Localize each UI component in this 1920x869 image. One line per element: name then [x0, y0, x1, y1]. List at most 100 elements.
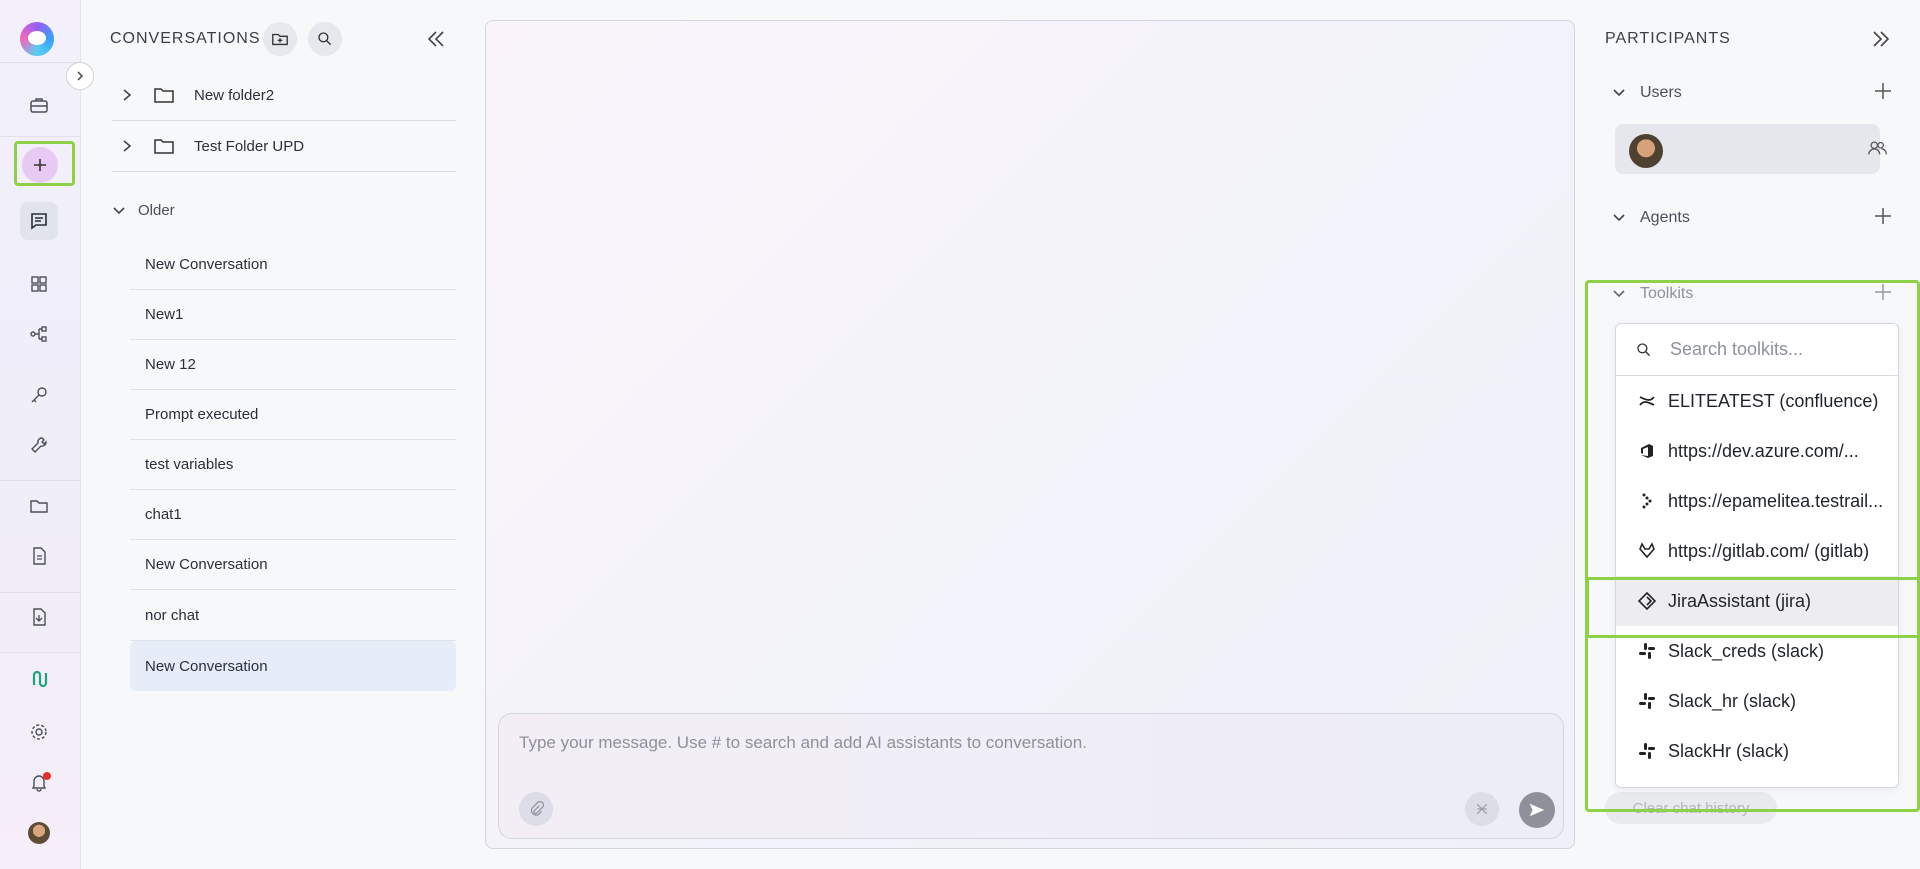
integrations-nav-button[interactable] — [20, 660, 58, 698]
toolkit-icon — [1476, 803, 1488, 815]
notifications-button[interactable] — [20, 763, 58, 801]
document-icon — [33, 547, 46, 565]
toolkits-nav-button[interactable] — [20, 426, 58, 464]
toolkit-option[interactable]: https://gitlab.com/ (gitlab) — [1616, 526, 1898, 576]
collapse-participants-button[interactable] — [1870, 28, 1892, 55]
users-section-header[interactable]: Users — [1612, 82, 1892, 105]
chat-icon — [31, 213, 47, 230]
toolkit-label: https://dev.azure.com/... — [1668, 440, 1859, 461]
toolkit-label: ELITEATEST (confluence) — [1668, 390, 1879, 411]
conversations-panel: CONVERSATIONS New folder2 Test Folder UP… — [82, 0, 472, 869]
chevron-down-icon — [113, 206, 125, 214]
slack-icon — [1639, 743, 1655, 759]
confluence-icon — [1639, 396, 1655, 406]
send-icon — [1529, 803, 1545, 817]
briefcase-button[interactable] — [20, 86, 58, 124]
collapse-conversations-button[interactable] — [425, 28, 447, 55]
flow-icon — [30, 326, 47, 342]
folder-row[interactable]: New folder2 — [112, 70, 456, 121]
double-chevron-left-icon — [427, 31, 444, 47]
chevron-down-icon — [1613, 214, 1625, 222]
pipeline-nav-button[interactable] — [20, 315, 58, 353]
conversation-item[interactable]: New Conversation — [130, 240, 456, 290]
toolkit-option[interactable]: https://epamelitea.testrail... — [1616, 476, 1898, 526]
chevron-right-icon — [123, 89, 132, 101]
new-conversation-button[interactable] — [22, 147, 58, 183]
key-icon — [31, 387, 47, 403]
search-conversations-button[interactable] — [308, 22, 342, 56]
credentials-nav-button[interactable] — [20, 376, 58, 414]
grid-icon — [31, 276, 47, 292]
toolkit-search-input[interactable] — [1670, 339, 1880, 360]
wrench-icon — [31, 437, 47, 453]
app-logo[interactable] — [20, 22, 54, 56]
chevron-right-icon — [123, 140, 132, 152]
toolkit-option[interactable]: SlackHr (slack) — [1616, 726, 1898, 776]
highlight-frame — [1586, 577, 1920, 638]
conversation-item[interactable]: Prompt executed — [130, 390, 456, 440]
toolkit-label: https://epamelitea.testrail... — [1668, 490, 1884, 511]
paperclip-icon — [530, 801, 544, 816]
user-participant-card[interactable] — [1615, 124, 1887, 174]
folder-label: Test Folder UPD — [194, 137, 305, 155]
slack-icon — [1639, 693, 1655, 709]
users-group-icon[interactable] — [1867, 139, 1887, 157]
agents-label: Agents — [1640, 209, 1690, 226]
conversation-item[interactable]: nor chat — [130, 591, 456, 641]
conversation-item[interactable]: New Conversation — [130, 540, 456, 590]
settings-nav-button[interactable] — [20, 713, 58, 751]
plus-icon — [34, 159, 46, 171]
azure-devops-icon — [1641, 444, 1653, 458]
toolkit-label: https://gitlab.com/ (gitlab) — [1668, 540, 1870, 561]
import-nav-button[interactable] — [20, 598, 58, 636]
conversation-item[interactable]: test variables — [130, 440, 456, 490]
toolkit-dropdown: ELITEATEST (confluence) https://dev.azur… — [1615, 323, 1899, 788]
conversation-item-active[interactable]: New Conversation — [130, 641, 456, 691]
folder-icon — [30, 500, 48, 513]
toolkit-option[interactable]: ELITEATEST (confluence) — [1616, 376, 1898, 426]
folder-row[interactable]: Test Folder UPD — [112, 121, 456, 172]
folder-label: New folder2 — [194, 86, 275, 104]
testrail-icon — [1642, 493, 1652, 509]
add-agent-button[interactable] — [1874, 207, 1892, 230]
rail-divider — [0, 592, 81, 593]
user-avatar[interactable] — [28, 822, 50, 844]
chat-nav-button[interactable] — [20, 202, 58, 240]
search-icon — [318, 32, 332, 46]
attach-button[interactable] — [519, 792, 553, 826]
send-button[interactable] — [1519, 792, 1555, 828]
gear-icon — [31, 724, 47, 740]
toolkit-search-row — [1616, 324, 1898, 376]
chevron-right-icon — [77, 71, 84, 81]
folder-nav-button[interactable] — [20, 487, 58, 525]
rail-divider — [0, 136, 81, 137]
group-label: Older — [138, 202, 175, 219]
rail-divider — [0, 652, 81, 653]
conversation-item[interactable]: New1 — [130, 290, 456, 340]
toolkit-button[interactable] — [1465, 792, 1499, 826]
download-doc-icon — [33, 608, 46, 626]
older-group-toggle[interactable]: Older — [112, 202, 175, 219]
conversations-title: CONVERSATIONS — [110, 30, 261, 47]
add-user-button[interactable] — [1874, 82, 1892, 105]
chat-area: Type your message. Use # to search and a… — [485, 20, 1575, 849]
users-label: Users — [1640, 84, 1682, 101]
message-composer[interactable]: Type your message. Use # to search and a… — [498, 713, 1564, 839]
rail-divider — [0, 62, 81, 63]
conversation-item[interactable]: New 12 — [130, 340, 456, 390]
avatar — [1629, 134, 1663, 168]
conversation-item[interactable]: chat1 — [130, 490, 456, 540]
toolkit-option[interactable]: https://dev.azure.com/... — [1616, 426, 1898, 476]
new-folder-button[interactable] — [263, 22, 297, 56]
message-input[interactable]: Type your message. Use # to search and a… — [519, 733, 1087, 753]
search-icon — [1637, 342, 1651, 356]
rail-divider — [0, 480, 81, 481]
documents-nav-button[interactable] — [20, 537, 58, 575]
expand-sidebar-button[interactable] — [66, 62, 94, 90]
chevron-down-icon — [1613, 89, 1625, 97]
notification-dot — [43, 772, 51, 780]
toolkit-label: SlackHr (slack) — [1668, 740, 1790, 761]
toolkit-option[interactable]: Slack_hr (slack) — [1616, 676, 1898, 726]
grid-nav-button[interactable] — [20, 265, 58, 303]
agents-section-header[interactable]: Agents — [1612, 207, 1892, 230]
